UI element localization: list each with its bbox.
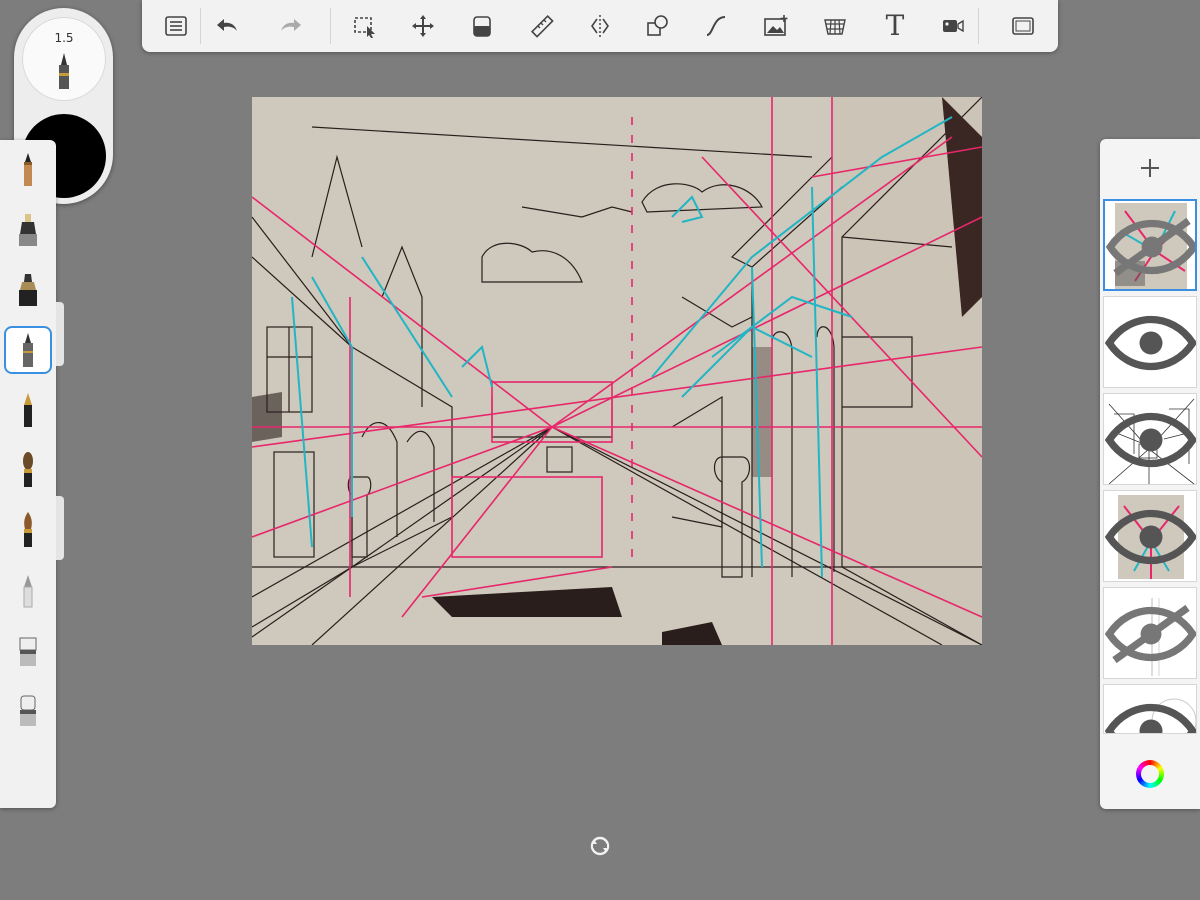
visible-eye-icon[interactable] (1104, 297, 1197, 388)
shapes-icon[interactable] (641, 10, 675, 42)
transform-icon[interactable] (406, 10, 440, 42)
brush-palette (0, 140, 56, 808)
chisel-marker-icon[interactable] (6, 268, 50, 312)
layer-thumbnail[interactable] (1103, 199, 1197, 291)
sketch-artwork (252, 97, 982, 645)
layer-thumbnail[interactable] (1103, 296, 1197, 388)
text-tool-label: T (885, 9, 905, 42)
symmetry-icon[interactable] (583, 10, 617, 42)
fill-icon[interactable] (465, 10, 499, 42)
text-tool-icon[interactable]: T (878, 10, 912, 42)
toolbar-divider (330, 8, 331, 44)
brush-preview-icon (59, 53, 69, 89)
airbrush-icon[interactable] (6, 568, 50, 612)
layer-thumbnail[interactable] (1103, 490, 1197, 582)
pencil-icon[interactable] (6, 148, 50, 192)
marker-icon[interactable] (6, 208, 50, 252)
fullscreen-icon[interactable] (1006, 10, 1040, 42)
eraser-icon[interactable] (6, 628, 50, 672)
add-image-icon[interactable] (759, 10, 793, 42)
visible-eye-icon[interactable] (1104, 491, 1197, 582)
hidden-eye-icon[interactable] (1104, 588, 1197, 679)
technical-pen-icon[interactable] (6, 328, 50, 372)
fountain-pen-icon[interactable] (6, 388, 50, 432)
visible-eye-icon[interactable] (1104, 394, 1197, 485)
list-icon[interactable] (159, 10, 193, 42)
ink-brush-icon[interactable] (6, 508, 50, 552)
brush-size-puck[interactable]: 1.5 (22, 17, 106, 101)
layer-thumbnail[interactable] (1103, 393, 1197, 485)
undo-icon[interactable] (211, 10, 245, 42)
layers-panel (1100, 139, 1200, 809)
toolbar-divider (200, 8, 201, 44)
canvas-reset-icon[interactable] (589, 835, 611, 857)
drawing-canvas[interactable] (252, 97, 982, 645)
add-layer-button[interactable] (1100, 139, 1200, 197)
color-wheel-icon[interactable] (1136, 760, 1164, 788)
layer-thumbnail[interactable] (1103, 587, 1197, 679)
video-icon[interactable] (936, 10, 970, 42)
hidden-eye-icon[interactable] (1105, 201, 1197, 291)
ruler-icon[interactable] (525, 10, 559, 42)
toolbar-divider (978, 8, 979, 44)
curve-icon[interactable] (699, 10, 733, 42)
layer-thumbnail[interactable] (1103, 684, 1197, 734)
plus-icon (1141, 159, 1159, 177)
soft-eraser-icon[interactable] (6, 688, 50, 732)
selection-icon[interactable] (348, 10, 382, 42)
visible-eye-icon[interactable] (1104, 685, 1197, 734)
palette-grip-handle[interactable] (56, 496, 64, 560)
perspective-icon[interactable] (818, 10, 852, 42)
top-toolbar: T (142, 0, 1058, 52)
brush-size-label: 1.5 (54, 31, 74, 45)
redo-icon[interactable] (273, 10, 307, 42)
palette-grip-handle[interactable] (56, 302, 64, 366)
paintbrush-icon[interactable] (6, 448, 50, 492)
